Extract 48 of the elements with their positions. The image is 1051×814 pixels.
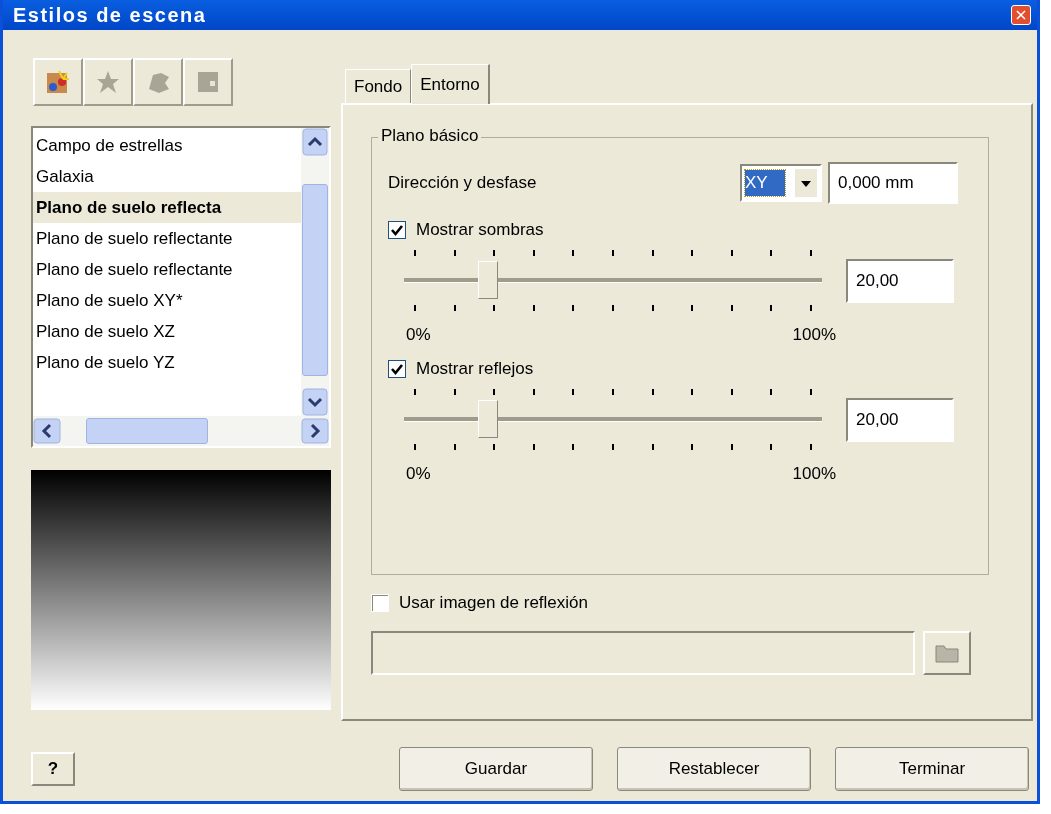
star-icon (95, 69, 121, 95)
value-field[interactable]: 20,00 (846, 258, 954, 303)
dropdown-value: XY (745, 170, 785, 196)
scroll-down-icon[interactable] (302, 388, 328, 416)
scroll-right-icon[interactable] (301, 418, 329, 444)
value-field[interactable]: 20,00 (846, 397, 954, 442)
checkbox-label: Mostrar sombras (416, 220, 544, 240)
browse-button[interactable] (923, 631, 971, 675)
direction-label: Dirección y desfase (388, 173, 538, 193)
new-style-button[interactable] (33, 58, 83, 106)
style-list-item[interactable]: Plano de suelo XZ (33, 316, 301, 347)
style-list-item[interactable]: Plano de suelo reflectante (33, 254, 301, 285)
palette-icon (45, 69, 71, 95)
style-list-item[interactable]: Plano de suelo YZ (33, 347, 301, 378)
checkbox[interactable] (388, 221, 406, 239)
style-list-item[interactable]: Campo de estrellas (33, 130, 301, 161)
slider-thumb[interactable] (477, 400, 498, 438)
dialog-button[interactable]: Restablecer (617, 747, 811, 791)
help-button[interactable]: ? (31, 752, 75, 786)
style-list-item[interactable]: Plano de suelo reflectante (33, 223, 301, 254)
vertical-scrollbar[interactable] (301, 128, 329, 416)
max-label: 100% (792, 325, 836, 345)
horizontal-scrollbar[interactable] (33, 416, 329, 446)
close-button[interactable]: × (1011, 5, 1031, 25)
scroll-left-icon[interactable] (33, 418, 61, 444)
style-list-item[interactable]: Galaxia (33, 161, 301, 192)
tab[interactable]: Entorno (411, 64, 490, 104)
slider[interactable] (404, 250, 822, 311)
scroll-up-icon[interactable] (302, 128, 328, 156)
image-path-field[interactable] (371, 631, 915, 675)
tab[interactable]: Fondo (345, 69, 412, 103)
checkbox-label: Usar imagen de reflexión (399, 593, 588, 613)
checkbox-label: Mostrar reflejos (416, 359, 534, 379)
max-label: 100% (792, 464, 836, 484)
dialog-button[interactable]: Guardar (399, 747, 593, 791)
slider[interactable] (404, 389, 822, 450)
min-label: 0% (406, 464, 431, 484)
checkbox[interactable] (388, 360, 406, 378)
scrollbar-thumb[interactable] (86, 418, 208, 444)
min-label: 0% (406, 325, 431, 345)
dialog-button[interactable]: Terminar (835, 747, 1029, 791)
style-list-item[interactable]: Plano de suelo reflecta (33, 192, 301, 223)
scrollbar-thumb[interactable] (302, 184, 328, 376)
slider-thumb[interactable] (477, 261, 498, 299)
window-title: Estilos de escena (13, 3, 207, 27)
plane-dropdown[interactable]: XY (740, 164, 822, 202)
style-list-item[interactable]: Plano de suelo XY* (33, 285, 301, 316)
offset-field[interactable]: 0,000 mm (828, 162, 958, 204)
